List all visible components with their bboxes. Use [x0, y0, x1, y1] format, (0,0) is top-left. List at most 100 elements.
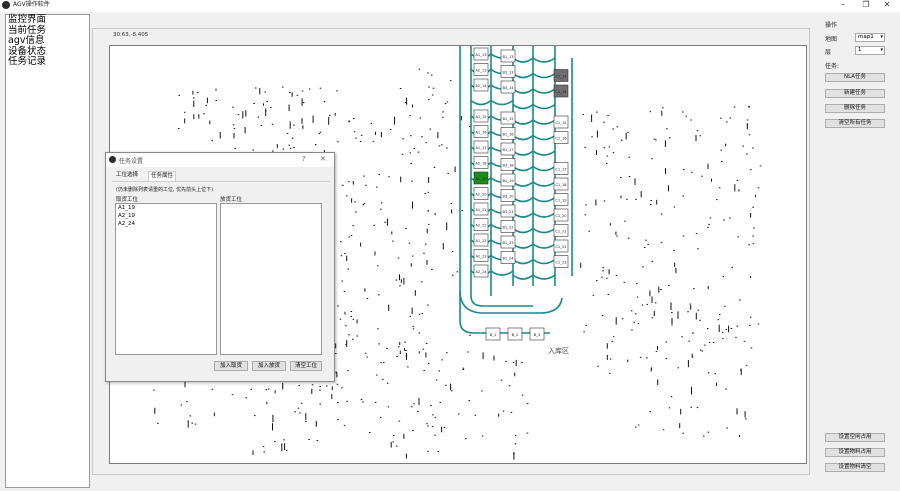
list-item[interactable]: A1_19 [116, 204, 216, 212]
scan-point [649, 290, 651, 297]
track-arc [512, 196, 534, 203]
scan-point [669, 137, 671, 139]
close-button[interactable]: ✕ [880, 0, 894, 10]
scan-point [677, 311, 679, 319]
scan-point [591, 136, 593, 138]
station-node: B1_19 [500, 173, 516, 187]
track-arc [532, 165, 556, 172]
scan-point [344, 311, 346, 315]
list-item[interactable]: A2_24 [116, 220, 216, 228]
set-idle-occupied-button[interactable]: 设置空闲占用 [825, 433, 885, 442]
tab-task-properties[interactable]: 任务属性 [148, 171, 177, 181]
station-label: C1_17 [555, 168, 566, 172]
scan-point [752, 206, 754, 208]
set-material-occupied-button[interactable]: 设置物料占用 [825, 448, 885, 457]
new-task-button[interactable]: 新建任务 [825, 89, 885, 98]
layer-select[interactable]: 1 ▾ [855, 46, 885, 55]
nav-item-monitor[interactable]: 监控界面 [6, 14, 89, 26]
scan-point [616, 126, 619, 128]
scan-point [289, 147, 292, 149]
station-node: B1_13 [500, 49, 516, 63]
nla-task-button[interactable]: NLA任务 [825, 73, 885, 82]
scan-point [328, 116, 330, 125]
scan-point [180, 404, 183, 406]
scan-point [674, 262, 676, 267]
add-dropoff-button[interactable]: 加入放货 [252, 361, 286, 371]
dropoff-station-list[interactable] [220, 203, 322, 355]
station-label: B1_22 [502, 226, 513, 230]
track-arc [512, 88, 534, 94]
scan-point [596, 280, 598, 282]
clear-stations-button[interactable]: 清空工位 [290, 361, 322, 371]
scan-point [401, 153, 404, 155]
scan-point [297, 407, 300, 409]
track-arc [532, 103, 556, 110]
tab-station-select[interactable]: 工位选择 [114, 171, 140, 180]
track-arc [512, 274, 534, 280]
set-material-clear-button[interactable]: 设置物料清空 [825, 463, 885, 472]
scan-point [316, 440, 319, 441]
chevron-down-icon: ▾ [880, 34, 883, 40]
scan-point [514, 435, 517, 436]
scan-point [340, 255, 343, 257]
minimize-button[interactable]: – [836, 0, 850, 10]
scan-point [253, 103, 255, 104]
nav-list: 监控界面 当前任务 agv信息 设备状态 任务记录 [5, 14, 90, 488]
scan-point [257, 116, 260, 118]
scan-point [682, 235, 685, 237]
pickup-station-list[interactable]: A1_19 A2_19 A2_24 [115, 203, 217, 355]
scan-point [215, 100, 217, 101]
dialog-close-button[interactable]: ✕ [320, 155, 326, 163]
scan-point [262, 446, 265, 448]
scan-point [336, 90, 338, 92]
scan-point [245, 397, 248, 399]
scan-point [232, 106, 234, 108]
nav-item-agv-info[interactable]: agv信息 [6, 35, 89, 47]
scan-point [178, 128, 180, 129]
delete-task-button[interactable]: 删除任务 [825, 104, 885, 113]
nav-item-task-log[interactable]: 任务记录 [6, 56, 89, 68]
scan-point [621, 139, 623, 141]
scan-point [624, 220, 626, 222]
scan-point [419, 117, 422, 119]
scan-point [319, 87, 322, 89]
scan-point [689, 303, 692, 305]
list-item[interactable]: A2_19 [116, 212, 216, 220]
scan-point [656, 199, 658, 205]
scan-point [363, 203, 365, 205]
scan-point [734, 184, 736, 192]
task-settings-dialog: 任务设置 ? ✕ 工位选择 任务属性 (仍未删除列表请重的工位, 优先前头上位下… [105, 152, 335, 382]
scan-point [755, 194, 756, 198]
scan-point [513, 452, 515, 460]
track-arc [512, 258, 534, 265]
scan-point [193, 100, 195, 107]
scan-point [291, 137, 294, 139]
scan-point [634, 313, 637, 315]
station-label: B3_18 [502, 164, 514, 168]
scan-point [374, 401, 377, 403]
scan-point [451, 390, 453, 392]
map-select[interactable]: map1 ▾ [855, 33, 885, 42]
scan-point [414, 290, 416, 296]
maximize-button[interactable]: ❐ [859, 0, 873, 10]
track-arc [532, 57, 556, 63]
station-label: A1_21 [475, 208, 486, 212]
scan-point [707, 372, 710, 374]
track-arc [512, 227, 534, 234]
scan-point [609, 223, 611, 226]
scan-point [697, 309, 700, 311]
scan-point [344, 253, 346, 255]
scan-point [690, 119, 692, 121]
help-button[interactable]: ? [302, 155, 306, 163]
station-label: C1_21 [555, 230, 566, 234]
add-pickup-button[interactable]: 加入取货 [214, 361, 248, 371]
scan-point [400, 176, 402, 183]
scan-point [514, 443, 517, 445]
scan-point [620, 195, 622, 199]
scan-point [433, 166, 436, 168]
scan-point [382, 378, 384, 380]
clear-all-tasks-button[interactable]: 清空所有任务 [825, 119, 885, 128]
scan-point [398, 346, 400, 348]
scan-point [407, 366, 409, 368]
scan-point [360, 134, 363, 136]
